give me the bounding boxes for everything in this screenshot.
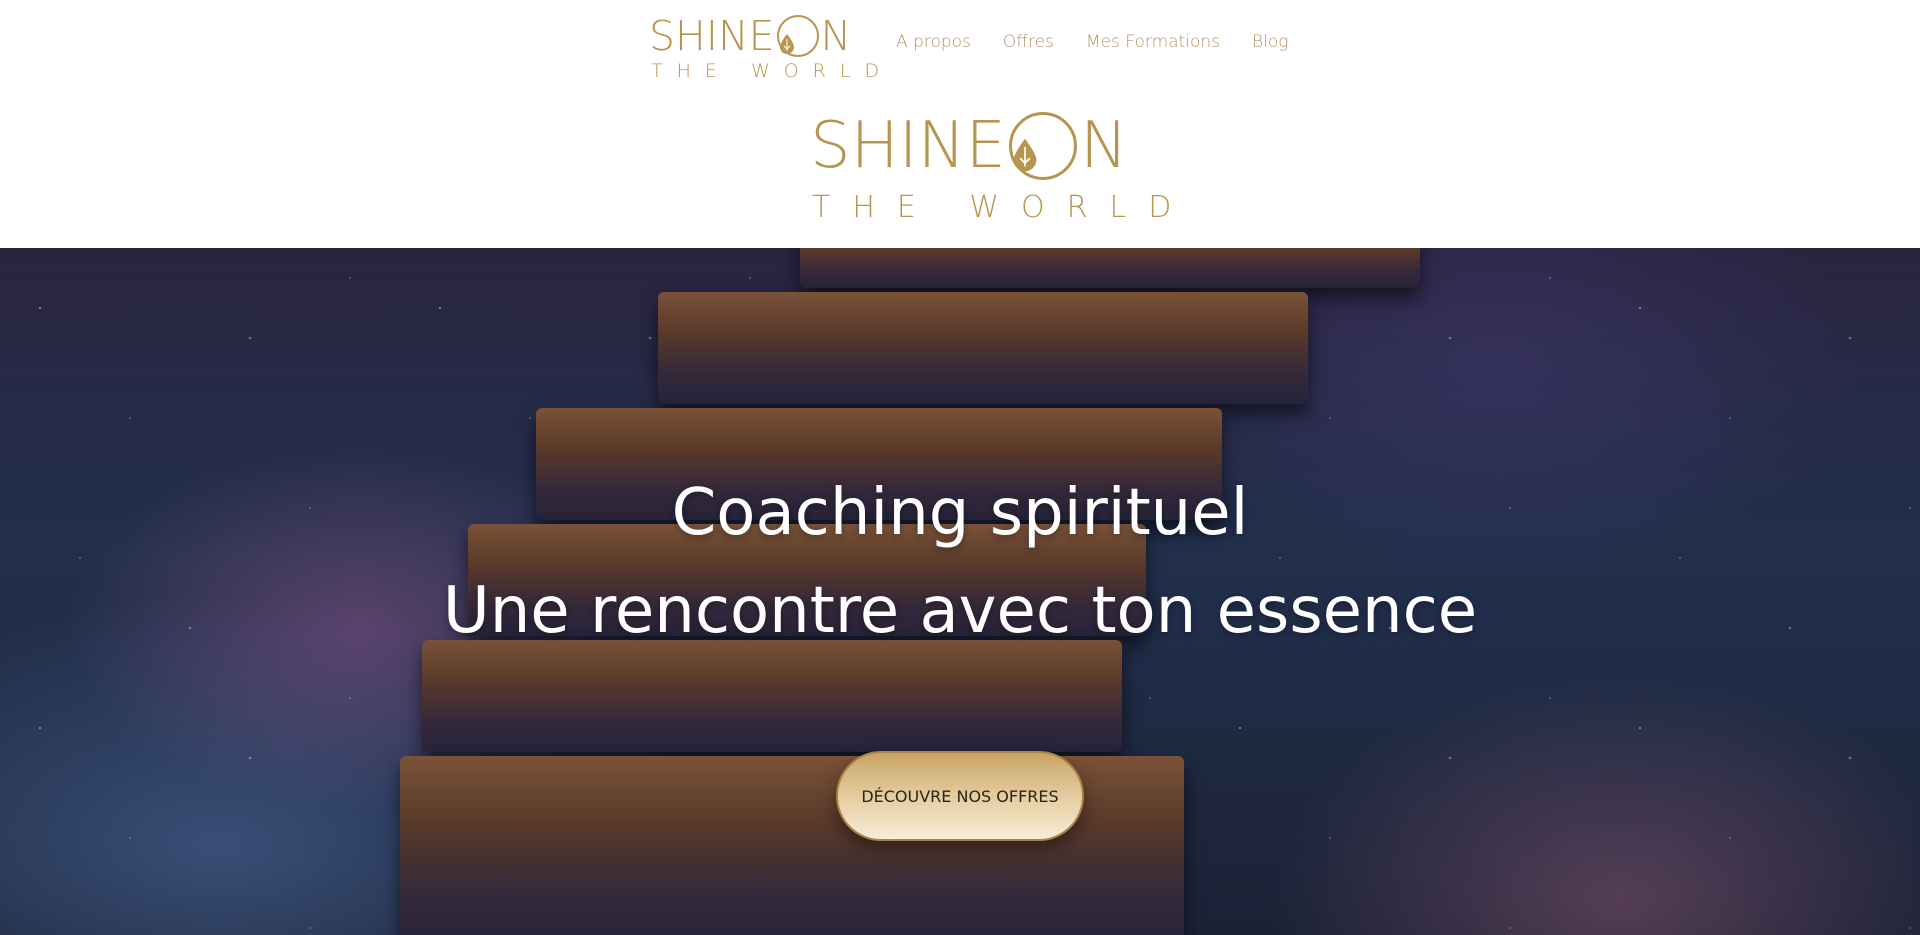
nav-link-mes-formations[interactable]: Mes Formations [1086,32,1220,52]
nav-link-offres[interactable]: Offres [1003,32,1054,52]
hero-banner: Coaching spirituel Une rencontre avec to… [0,248,1920,935]
hero-subtitle: Une rencontre avec ton essence [442,574,1478,648]
logo-wordmark-large: SHINE N [810,109,1193,183]
logo-text-shine: SHINE [649,12,775,60]
stone-step [800,248,1420,288]
logo-wordmark: SHINE N [649,12,893,60]
discover-offers-button[interactable]: DÉCOUVRE NOS OFFRES [836,751,1084,841]
header-logo: SHINE N THE WORLD [810,109,1194,225]
drop-icon-large [1008,112,1077,180]
site-header: SHINE N THE WORLD A propos Offres Mes Fo… [0,0,1920,100]
logo-tagline-large: THE WORLD [812,190,1194,225]
logo-link[interactable]: SHINE N THE WORLD [649,12,894,82]
drop-icon [776,15,819,57]
logo-text-n: N [820,12,852,60]
stone-step [658,292,1308,404]
nav-link-blog[interactable]: Blog [1252,32,1288,52]
main-menu: A propos Offres Mes Formations Blog [896,32,1288,52]
logo-large-text-n: N [1079,109,1128,183]
nav-link-a-propos[interactable]: A propos [896,32,971,52]
stone-step [422,640,1122,752]
hero-title: Coaching spirituel [671,476,1249,550]
logo-large-text-shine: SHINE [810,109,1006,183]
logo-tagline: THE WORLD [651,60,894,82]
